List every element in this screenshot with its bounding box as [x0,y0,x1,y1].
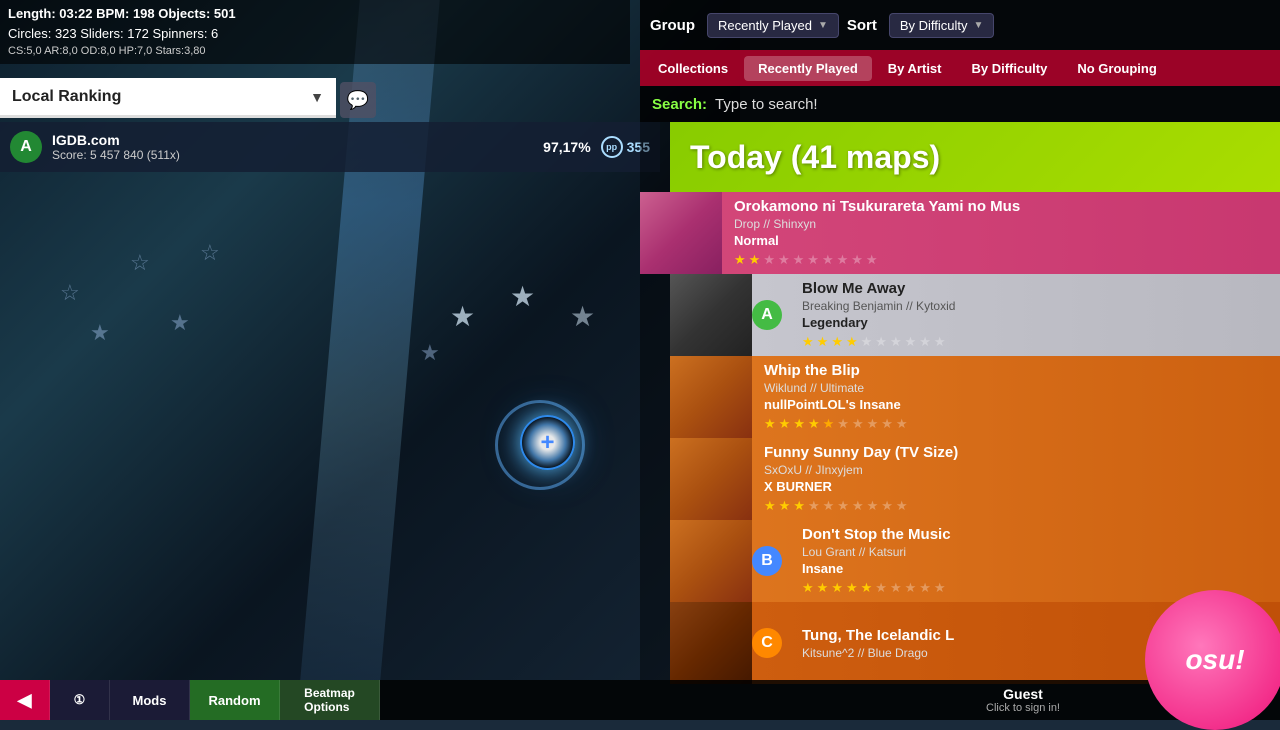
song-stars-2: ★ ★ ★ ★ ★ ★ ★ ★ ★ ★ [802,334,1268,350]
song-difficulty-3: nullPointLOL's Insane [764,397,1268,412]
sort-value: By Difficulty [900,18,968,33]
song-title-1: Orokamono ni Tsukurareta Yami no Mus [734,198,1268,215]
song-grade-2: A [752,300,782,330]
filter-bar: Collections Recently Played By Artist By… [640,50,1280,86]
song-title-4: Funny Sunny Day (TV Size) [764,444,1268,461]
song-item-5[interactable]: B Don't Stop the Music Lou Grant // Kats… [670,520,1280,602]
random-button[interactable]: Random [190,680,280,720]
song-title-2: Blow Me Away [802,280,1268,297]
song-info-2: Blow Me Away Breaking Benjamin // Kytoxi… [790,274,1280,356]
local-ranking-dropdown[interactable]: Local Ranking ▼ [0,78,336,118]
map-stats-line1: Length: 03:22 BPM: 198 Objects: 501 [8,4,622,24]
score-entry: A IGDB.com Score: 5 457 840 (511x) 97,17… [0,122,660,172]
map-stats-line3: CS:5,0 AR:8,0 OD:8,0 HP:7,0 Stars:3,80 [8,43,622,60]
song-thumb-6 [670,602,752,684]
filter-by-artist[interactable]: By Artist [874,56,956,81]
song-artist-1: Drop // Shinxyn [734,217,1268,231]
hit-star: ★ [510,280,535,313]
today-text: Today (41 maps) [690,139,940,176]
song-thumb-5 [670,520,752,602]
score-accuracy: 97,17% [543,139,590,155]
song-stars-3: ★ ★ ★ ★ ★ ★ ★ ★ ★ ★ [764,416,1268,432]
score-grade-badge: A [10,131,42,163]
group-value: Recently Played [718,18,812,33]
bg-star: ☆ [60,280,80,306]
hit-circle-active: + [520,415,575,470]
hit-star: ★ [450,300,475,333]
song-difficulty-4: X BURNER [764,479,1268,494]
guest-info: Guest Click to sign in! [986,686,1060,714]
sort-dropdown[interactable]: By Difficulty ▼ [889,13,995,38]
mods-button[interactable]: Mods [110,680,190,720]
guest-area[interactable]: Guest Click to sign in! [966,680,1080,720]
filter-by-difficulty[interactable]: By Difficulty [958,56,1062,81]
song-item-2[interactable]: A Blow Me Away Breaking Benjamin // Kyto… [670,274,1280,356]
dropdown-arrow-icon: ▼ [310,89,324,105]
search-bar: Search: Type to search! [640,86,1280,122]
song-item-1[interactable]: Orokamono ni Tsukurareta Yami no Mus Dro… [640,192,1280,274]
crosshair-icon: + [540,429,554,457]
song-thumb-3 [670,356,752,438]
chat-icon[interactable]: 💬 [340,82,376,118]
bg-star: ★ [170,310,190,336]
mode-button[interactable]: ① [50,680,110,720]
mode-icon: ① [74,692,86,708]
guest-name: Guest [986,686,1060,702]
bg-star: ★ [90,320,110,346]
song-item-4[interactable]: Funny Sunny Day (TV Size) SxOxU // JInxy… [670,438,1280,520]
search-label: Search: [652,96,707,113]
bottom-bar: ◀ ① Mods Random BeatmapOptions Guest Cli… [0,680,1280,720]
song-item-3[interactable]: Whip the Blip Wiklund // Ultimate nullPo… [670,356,1280,438]
hit-star: ★ [570,300,595,333]
group-label: Group [650,17,695,34]
song-thumb-1 [640,192,722,274]
song-info-4: Funny Sunny Day (TV Size) SxOxU // JInxy… [752,438,1280,520]
sort-dropdown-arrow: ▼ [974,20,984,31]
group-sort-bar: Group Recently Played ▼ Sort By Difficul… [640,0,1280,50]
today-header: Today (41 maps) [670,122,1280,192]
pp-circle-icon: pp [601,136,623,158]
group-dropdown[interactable]: Recently Played ▼ [707,13,839,38]
score-value: Score: 5 457 840 (511x) [52,148,180,162]
osu-logo[interactable]: osu! [1145,590,1280,730]
song-title-3: Whip the Blip [764,362,1268,379]
song-info-1: Orokamono ni Tsukurareta Yami no Mus Dro… [722,192,1280,274]
song-artist-2: Breaking Benjamin // Kytoxid [802,299,1268,313]
local-ranking-label: Local Ranking [12,88,121,106]
hit-star: ★ [420,340,440,366]
filter-recently-played[interactable]: Recently Played [744,56,872,81]
beatmap-options-button[interactable]: BeatmapOptions [280,680,380,720]
score-player-name: IGDB.com [52,132,180,148]
song-artist-3: Wiklund // Ultimate [764,381,1268,395]
song-difficulty-2: Legendary [802,315,1268,330]
song-info-3: Whip the Blip Wiklund // Ultimate nullPo… [752,356,1280,438]
map-stats-line2: Circles: 323 Sliders: 172 Spinners: 6 [8,24,622,44]
song-artist-4: SxOxU // JInxyjem [764,463,1268,477]
song-difficulty-5: Insane [802,561,1268,576]
song-stars-1: ★ ★ ★ ★ ★ ★ ★ ★ ★ ★ [734,252,1268,268]
guest-signin: Click to sign in! [986,702,1060,714]
sort-label: Sort [847,17,877,34]
bg-star: ☆ [200,240,220,266]
song-thumb-4 [670,438,752,520]
search-placeholder: Type to search! [715,96,818,113]
song-grade-5: B [752,546,782,576]
group-dropdown-arrow: ▼ [818,20,828,31]
song-difficulty-1: Normal [734,233,1268,248]
song-stars-4: ★ ★ ★ ★ ★ ★ ★ ★ ★ ★ [764,498,1268,514]
filter-no-grouping[interactable]: No Grouping [1063,56,1170,81]
song-thumb-2 [670,274,752,356]
top-info-bar: Length: 03:22 BPM: 198 Objects: 501 Circ… [0,0,630,64]
back-button[interactable]: ◀ [0,680,50,720]
filter-collections[interactable]: Collections [644,56,742,81]
bg-star: ☆ [130,250,150,276]
song-title-5: Don't Stop the Music [802,526,1268,543]
song-artist-5: Lou Grant // Katsuri [802,545,1268,559]
song-grade-6: C [752,628,782,658]
right-panel: Group Recently Played ▼ Sort By Difficul… [640,0,1280,680]
